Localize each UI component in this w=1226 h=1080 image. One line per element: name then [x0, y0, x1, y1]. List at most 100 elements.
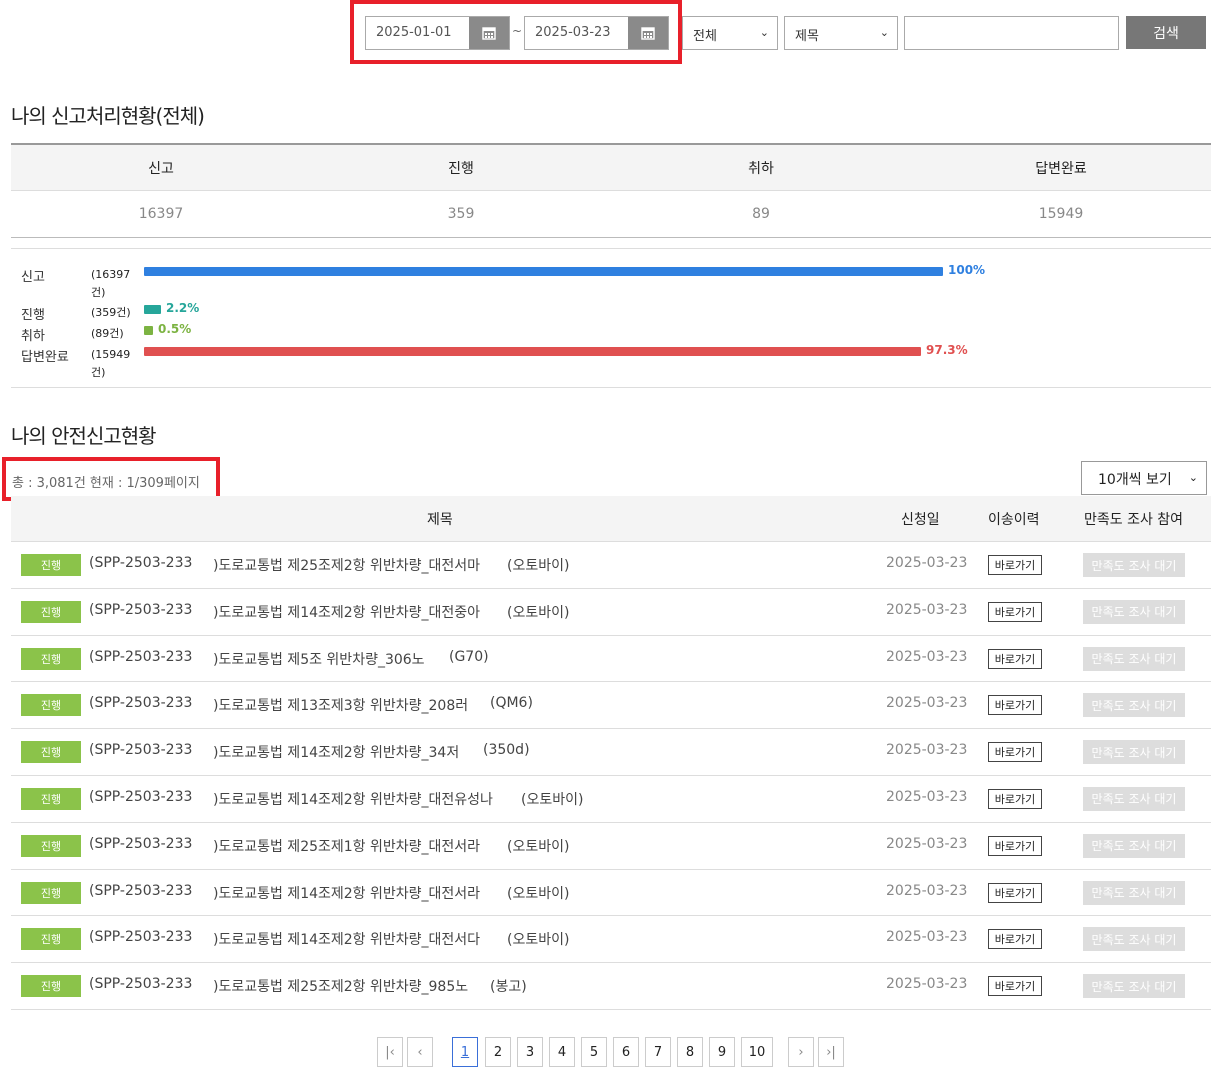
report-code[interactable]: (SPP-2503-233: [89, 789, 192, 805]
field-select-value: 제목: [795, 29, 819, 44]
survey-button[interactable]: 만족도 조사 대기: [1083, 693, 1185, 718]
vehicle-type[interactable]: (QM6): [490, 695, 533, 711]
page-7-button[interactable]: 7: [645, 1037, 671, 1067]
status-select[interactable]: 전체 ⌄: [682, 16, 778, 50]
survey-button[interactable]: 만족도 조사 대기: [1083, 553, 1185, 577]
first-page-icon[interactable]: |‹: [377, 1037, 403, 1067]
table-row[interactable]: 진행 (SPP-2503-233)도로교통법 제14조제2항 위반차량_대전중아 (…: [11, 589, 1211, 636]
goto-button[interactable]: 바로가기: [988, 695, 1042, 716]
status-badge: 진행: [21, 647, 81, 670]
page-6-button[interactable]: 6: [613, 1037, 639, 1067]
table-row[interactable]: 진행 (SPP-2503-233)도로교통법 제14조제2항 위반차량_대전서다 (…: [11, 916, 1211, 964]
goto-button[interactable]: 바로가기: [988, 788, 1042, 809]
goto-button[interactable]: 바로가기: [988, 929, 1042, 950]
vehicle-type[interactable]: (오토바이): [507, 929, 569, 949]
vehicle-type[interactable]: (오토바이): [507, 883, 569, 903]
calendar-icon[interactable]: [628, 17, 668, 49]
page-9-button[interactable]: 9: [709, 1037, 735, 1067]
report-title[interactable]: )도로교통법 제25조제1항 위반차량_대전서라: [213, 836, 480, 856]
survey-button[interactable]: 만족도 조사 대기: [1083, 740, 1185, 765]
status-badge: 진행: [21, 881, 81, 904]
report-title[interactable]: )도로교통법 제14조제2항 위반차량_대전서다: [213, 929, 480, 949]
survey-button[interactable]: 만족도 조사 대기: [1083, 646, 1185, 671]
table-row[interactable]: 진행 (SPP-2503-233)도로교통법 제25조제2항 위반차량_985노 (…: [11, 963, 1211, 1010]
summary-value-withdrawn: 89: [752, 206, 770, 222]
goto-button[interactable]: 바로가기: [988, 835, 1042, 856]
report-code[interactable]: (SPP-2503-233: [89, 836, 192, 852]
vehicle-type[interactable]: (오토바이): [507, 836, 569, 856]
per-page-select[interactable]: 10개씩 보기 ⌄: [1081, 461, 1207, 495]
report-title[interactable]: )도로교통법 제25조제2항 위반차량_985노: [213, 976, 468, 996]
survey-button[interactable]: 만족도 조사 대기: [1083, 880, 1185, 905]
table-row[interactable]: 진행 (SPP-2503-233)도로교통법 제25조제1항 위반차량_대전서라 (…: [11, 823, 1211, 870]
goto-button[interactable]: 바로가기: [988, 601, 1042, 622]
report-code[interactable]: (SPP-2503-233: [89, 555, 192, 571]
report-title[interactable]: )도로교통법 제13조제3항 위반차량_208러: [213, 695, 468, 715]
report-title[interactable]: )도로교통법 제5조 위반차량_306노: [213, 649, 425, 669]
report-title[interactable]: )도로교통법 제14조제2항 위반차량_대전서라: [213, 883, 480, 903]
date-to-field[interactable]: 2025-03-23: [524, 16, 669, 50]
page-2-button[interactable]: 2: [485, 1037, 511, 1067]
report-title[interactable]: )도로교통법 제14조제2항 위반차량_대전유성나: [213, 789, 493, 809]
vehicle-type[interactable]: (봉고): [490, 976, 527, 996]
table-row[interactable]: 진행 (SPP-2503-233)도로교통법 제14조제2항 위반차량_대전유성나…: [11, 776, 1211, 823]
chart-count-label: (16397건): [91, 268, 131, 299]
table-row[interactable]: 진행 (SPP-2503-233 )도로교통법 제5조 위반차량_306노 (G70)…: [11, 636, 1211, 683]
survey-button[interactable]: 만족도 조사 대기: [1083, 786, 1185, 811]
vehicle-type[interactable]: (350d): [483, 742, 530, 758]
page-10-button[interactable]: 10: [741, 1037, 773, 1067]
list-header: 제목 신청일 이송이력 만족도 조사 참여: [11, 496, 1211, 542]
report-title[interactable]: )도로교통법 제14조제2항 위반차량_34저: [213, 742, 459, 762]
prev-page-icon[interactable]: ‹: [407, 1037, 433, 1067]
goto-button[interactable]: 바로가기: [988, 555, 1042, 575]
summary-title: 나의 신고처리현황(전체): [11, 104, 205, 128]
report-code[interactable]: (SPP-2503-233: [89, 883, 192, 899]
summary-value-progress: 359: [447, 206, 475, 222]
table-row[interactable]: 진행 (SPP-2503-233)도로교통법 제25조제2항 위반차량_대전서마 (…: [11, 542, 1211, 589]
vehicle-type[interactable]: (오토바이): [521, 789, 583, 809]
report-code[interactable]: (SPP-2503-233: [89, 695, 192, 711]
status-bar-chart: 신고 (16397건) 100% 진행 (359건) 2.2% 취하 (89건) 0.5% 답변완…: [11, 248, 1211, 388]
calendar-icon[interactable]: [469, 17, 509, 49]
goto-button[interactable]: 바로가기: [988, 976, 1042, 997]
date-from-value: 2025-01-01: [376, 25, 452, 40]
page-1-button[interactable]: 1: [452, 1037, 478, 1067]
chart-bar: [144, 305, 161, 314]
table-row[interactable]: 진행 (SPP-2503-233 )도로교통법 제14조제2항 위반차량_대전서라 (…: [11, 870, 1211, 917]
request-date: 2025-03-23: [886, 601, 968, 618]
goto-button[interactable]: 바로가기: [988, 882, 1042, 903]
page-8-button[interactable]: 8: [677, 1037, 703, 1067]
chart-category-label: 신고: [21, 270, 45, 285]
column-date: 신청일: [901, 512, 940, 528]
request-date: 2025-03-23: [886, 555, 968, 571]
page-3-button[interactable]: 3: [517, 1037, 543, 1067]
search-button[interactable]: 검색: [1126, 16, 1206, 49]
page-5-button[interactable]: 5: [581, 1037, 607, 1067]
vehicle-type[interactable]: (오토바이): [507, 555, 569, 575]
survey-button[interactable]: 만족도 조사 대기: [1083, 927, 1185, 952]
report-code[interactable]: (SPP-2503-233: [89, 742, 192, 758]
report-title[interactable]: )도로교통법 제14조제2항 위반차량_대전중아: [213, 602, 480, 622]
survey-button[interactable]: 만족도 조사 대기: [1083, 599, 1185, 624]
goto-button[interactable]: 바로가기: [988, 742, 1042, 763]
report-title[interactable]: )도로교통법 제25조제2항 위반차량_대전서마: [213, 555, 480, 575]
report-code[interactable]: (SPP-2503-233: [89, 602, 192, 618]
report-code[interactable]: (SPP-2503-233: [89, 976, 192, 992]
survey-button[interactable]: 만족도 조사 대기: [1083, 833, 1185, 858]
page-4-button[interactable]: 4: [549, 1037, 575, 1067]
date-from-field[interactable]: 2025-01-01: [365, 16, 510, 50]
vehicle-type[interactable]: (오토바이): [507, 602, 569, 622]
table-row[interactable]: 진행 (SPP-2503-233)도로교통법 제13조제3항 위반차량_208러 (…: [11, 682, 1211, 730]
report-code[interactable]: (SPP-2503-233: [89, 649, 192, 665]
request-date: 2025-03-23: [886, 695, 968, 712]
next-page-icon[interactable]: ›: [788, 1037, 814, 1067]
vehicle-type[interactable]: (G70): [449, 649, 489, 665]
search-input[interactable]: [904, 16, 1119, 50]
goto-button[interactable]: 바로가기: [988, 648, 1042, 669]
survey-button[interactable]: 만족도 조사 대기: [1083, 974, 1185, 999]
chart-percent-label: 100%: [948, 263, 986, 277]
field-select[interactable]: 제목 ⌄: [784, 16, 898, 50]
table-row[interactable]: 진행 (SPP-2503-233)도로교통법 제14조제2항 위반차량_34저 (3…: [11, 729, 1211, 776]
report-code[interactable]: (SPP-2503-233: [89, 929, 192, 945]
last-page-icon[interactable]: ›|: [818, 1037, 844, 1067]
